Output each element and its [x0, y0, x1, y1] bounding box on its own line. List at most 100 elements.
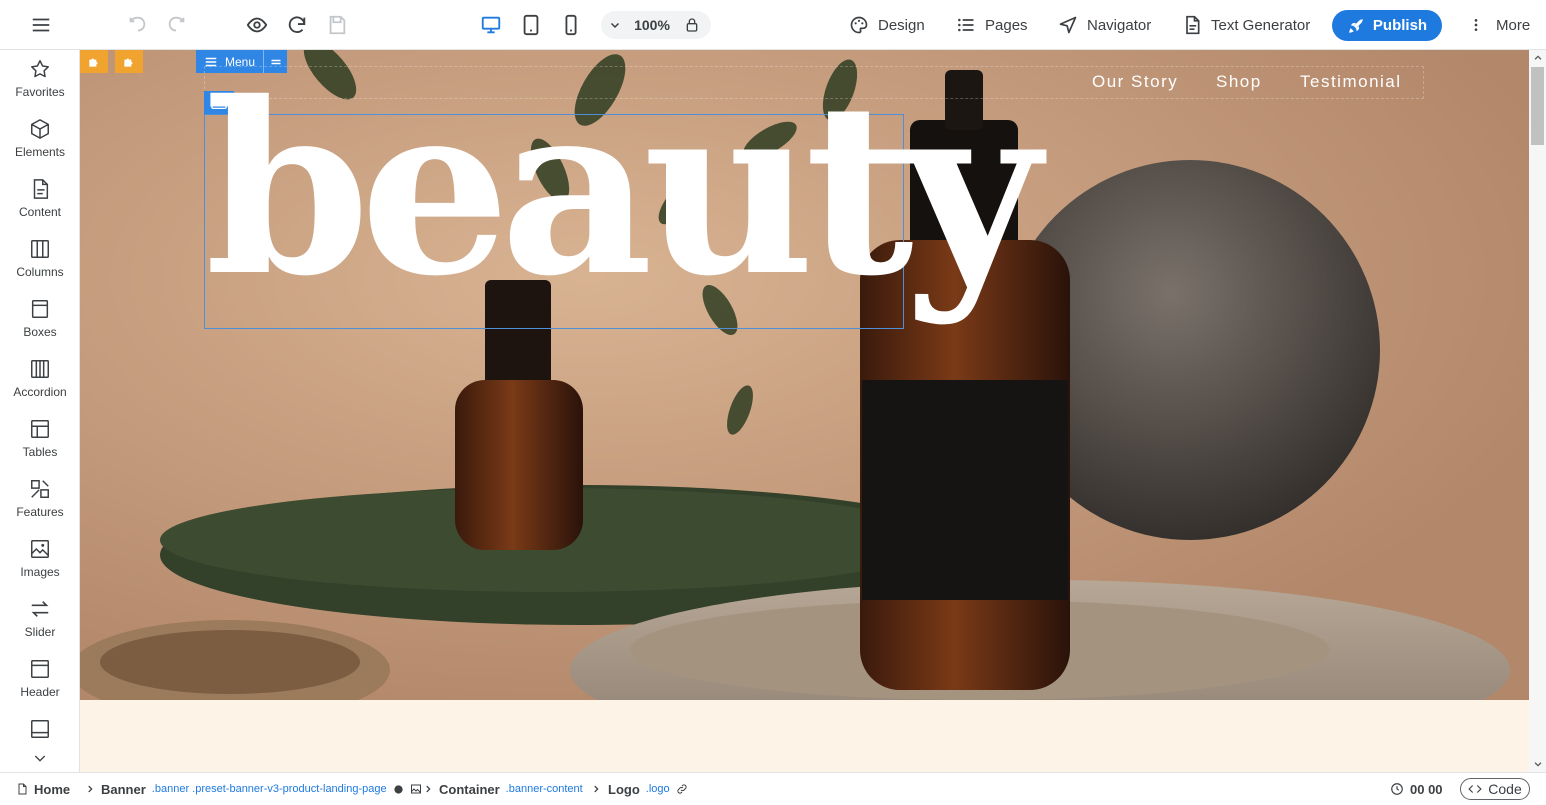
nav-link-our-story[interactable]: Our Story [1092, 72, 1178, 92]
timer-value: 00 00 [1410, 781, 1443, 797]
breadcrumb-container-label: Container [439, 781, 500, 797]
pages-list-icon [958, 18, 974, 32]
sidebar-label: Favorites [15, 85, 65, 99]
code-label: Code [1488, 781, 1522, 797]
image-icon[interactable] [410, 783, 422, 795]
navigator-label: Navigator [1087, 16, 1152, 34]
breadcrumb-banner[interactable]: Banner .banner .preset-banner-v3-product… [101, 773, 422, 805]
breadcrumb-logo-label: Logo [608, 781, 640, 797]
preview-eye-icon[interactable] [237, 0, 277, 50]
code-icon [1468, 785, 1482, 793]
sidebar-scroll-down-icon[interactable] [28, 750, 52, 770]
more-vertical-icon [1474, 19, 1478, 31]
breadcrumb-container-classes: .banner-content [505, 783, 583, 795]
chevron-down-icon[interactable] [601, 19, 629, 31]
timer: 00 00 [1390, 773, 1443, 805]
page-icon [18, 783, 27, 795]
text-generator-button[interactable]: Text Generator [1182, 0, 1310, 50]
breadcrumb-logo-classes: .logo [645, 783, 670, 795]
scroll-down-icon[interactable] [1529, 756, 1546, 772]
design-button[interactable]: Design [849, 0, 925, 50]
save-icon[interactable] [317, 0, 357, 50]
sidebar-label: Header [20, 685, 60, 699]
logo-text[interactable]: beauty [205, 71, 1041, 307]
cube-icon [31, 119, 49, 139]
hamburger-menu-icon[interactable] [21, 0, 61, 50]
logo-selection-box[interactable]: beauty [204, 71, 1041, 329]
sidebar-label: Features [16, 505, 64, 519]
mobile-view-icon[interactable] [551, 0, 591, 50]
sidebar-item-content[interactable]: Content [0, 170, 79, 230]
header-icon [31, 660, 49, 678]
sidebar-item-boxes[interactable]: Boxes [0, 290, 79, 350]
breadcrumb-container[interactable]: Container .banner-content [439, 773, 583, 805]
sidebar-label: Images [20, 565, 60, 579]
rocket-icon [1349, 18, 1363, 33]
more-button[interactable]: More [1468, 0, 1530, 50]
footer-icon [31, 720, 49, 738]
scrollbar-thumb[interactable] [1531, 67, 1544, 145]
code-button[interactable]: Code [1460, 778, 1530, 800]
sidebar-item-images[interactable]: Images [0, 530, 79, 590]
zoom-control[interactable]: 100% [601, 11, 711, 39]
clock-icon [1391, 783, 1403, 795]
sidebar-label: Slider [24, 625, 56, 639]
sidebar-item-accordion[interactable]: Accordion [0, 350, 79, 410]
chevron-right-icon [426, 785, 431, 793]
more-label: More [1496, 16, 1531, 34]
desktop-view-icon[interactable] [471, 0, 511, 50]
document-icon [33, 179, 49, 199]
sidebar-item-favorites[interactable]: Favorites [0, 50, 79, 110]
chevron-right-icon [88, 785, 93, 793]
sidebar-label: Columns [16, 265, 64, 279]
breadcrumb-home-label: Home [34, 781, 71, 797]
sidebar-item-header[interactable]: Header [0, 650, 79, 710]
banner-section[interactable]: Menu Our Story Shop Testimonial beauty [80, 50, 1529, 700]
sidebar-label: Boxes [23, 325, 57, 339]
star-icon [31, 60, 49, 78]
top-toolbar: 100% Design Pages Navigator Text Generat… [0, 0, 1546, 50]
next-section[interactable] [80, 700, 1529, 772]
pages-label: Pages [985, 16, 1028, 34]
left-sidebar: Favorites Elements Content Columns Boxes… [0, 50, 80, 772]
section-puzzle-icon[interactable] [115, 50, 143, 73]
scroll-up-icon[interactable] [1529, 50, 1546, 66]
zoom-value: 100% [634, 17, 670, 33]
canvas-scrollbar[interactable] [1529, 50, 1546, 772]
refresh-icon[interactable] [277, 0, 317, 50]
nav-link-testimonial[interactable]: Testimonial [1300, 72, 1402, 92]
chevron-right-icon [594, 785, 599, 793]
nav-link-shop[interactable]: Shop [1216, 72, 1262, 92]
breadcrumb: Home Banner .banner .preset-banner-v3-pr… [0, 772, 1546, 804]
features-icon [31, 480, 49, 498]
tablet-view-icon[interactable] [511, 0, 551, 50]
navigator-arrow-icon [1059, 16, 1077, 34]
sidebar-label: Tables [22, 445, 58, 459]
text-generator-label: Text Generator [1211, 16, 1311, 34]
sidebar-label: Elements [14, 145, 66, 159]
pages-button[interactable]: Pages [956, 0, 1028, 50]
breadcrumb-logo[interactable]: Logo .logo [608, 773, 688, 805]
breadcrumb-banner-label: Banner [101, 781, 146, 797]
undo-icon[interactable] [117, 0, 157, 50]
sidebar-label: Accordion [13, 385, 67, 399]
publish-button[interactable]: Publish [1332, 10, 1442, 41]
redo-icon[interactable] [157, 0, 197, 50]
link-icon[interactable] [676, 783, 688, 795]
breadcrumb-home[interactable]: Home [16, 773, 70, 805]
sidebar-item-elements[interactable]: Elements [0, 110, 79, 170]
section-puzzle-icon[interactable] [80, 50, 108, 73]
table-icon [31, 420, 49, 438]
palette-icon [850, 16, 868, 34]
text-document-icon [1186, 15, 1200, 35]
sidebar-item-features[interactable]: Features [0, 470, 79, 530]
navigator-button[interactable]: Navigator [1058, 0, 1151, 50]
publish-label: Publish [1372, 17, 1428, 34]
palette-icon[interactable] [393, 784, 404, 795]
sidebar-item-columns[interactable]: Columns [0, 230, 79, 290]
sidebar-item-slider[interactable]: Slider [0, 590, 79, 650]
lock-icon[interactable] [675, 17, 709, 33]
editor-canvas[interactable]: Menu Our Story Shop Testimonial beauty [80, 50, 1529, 772]
breadcrumb-banner-classes: .banner .preset-banner-v3-product-landin… [151, 783, 387, 795]
sidebar-item-tables[interactable]: Tables [0, 410, 79, 470]
